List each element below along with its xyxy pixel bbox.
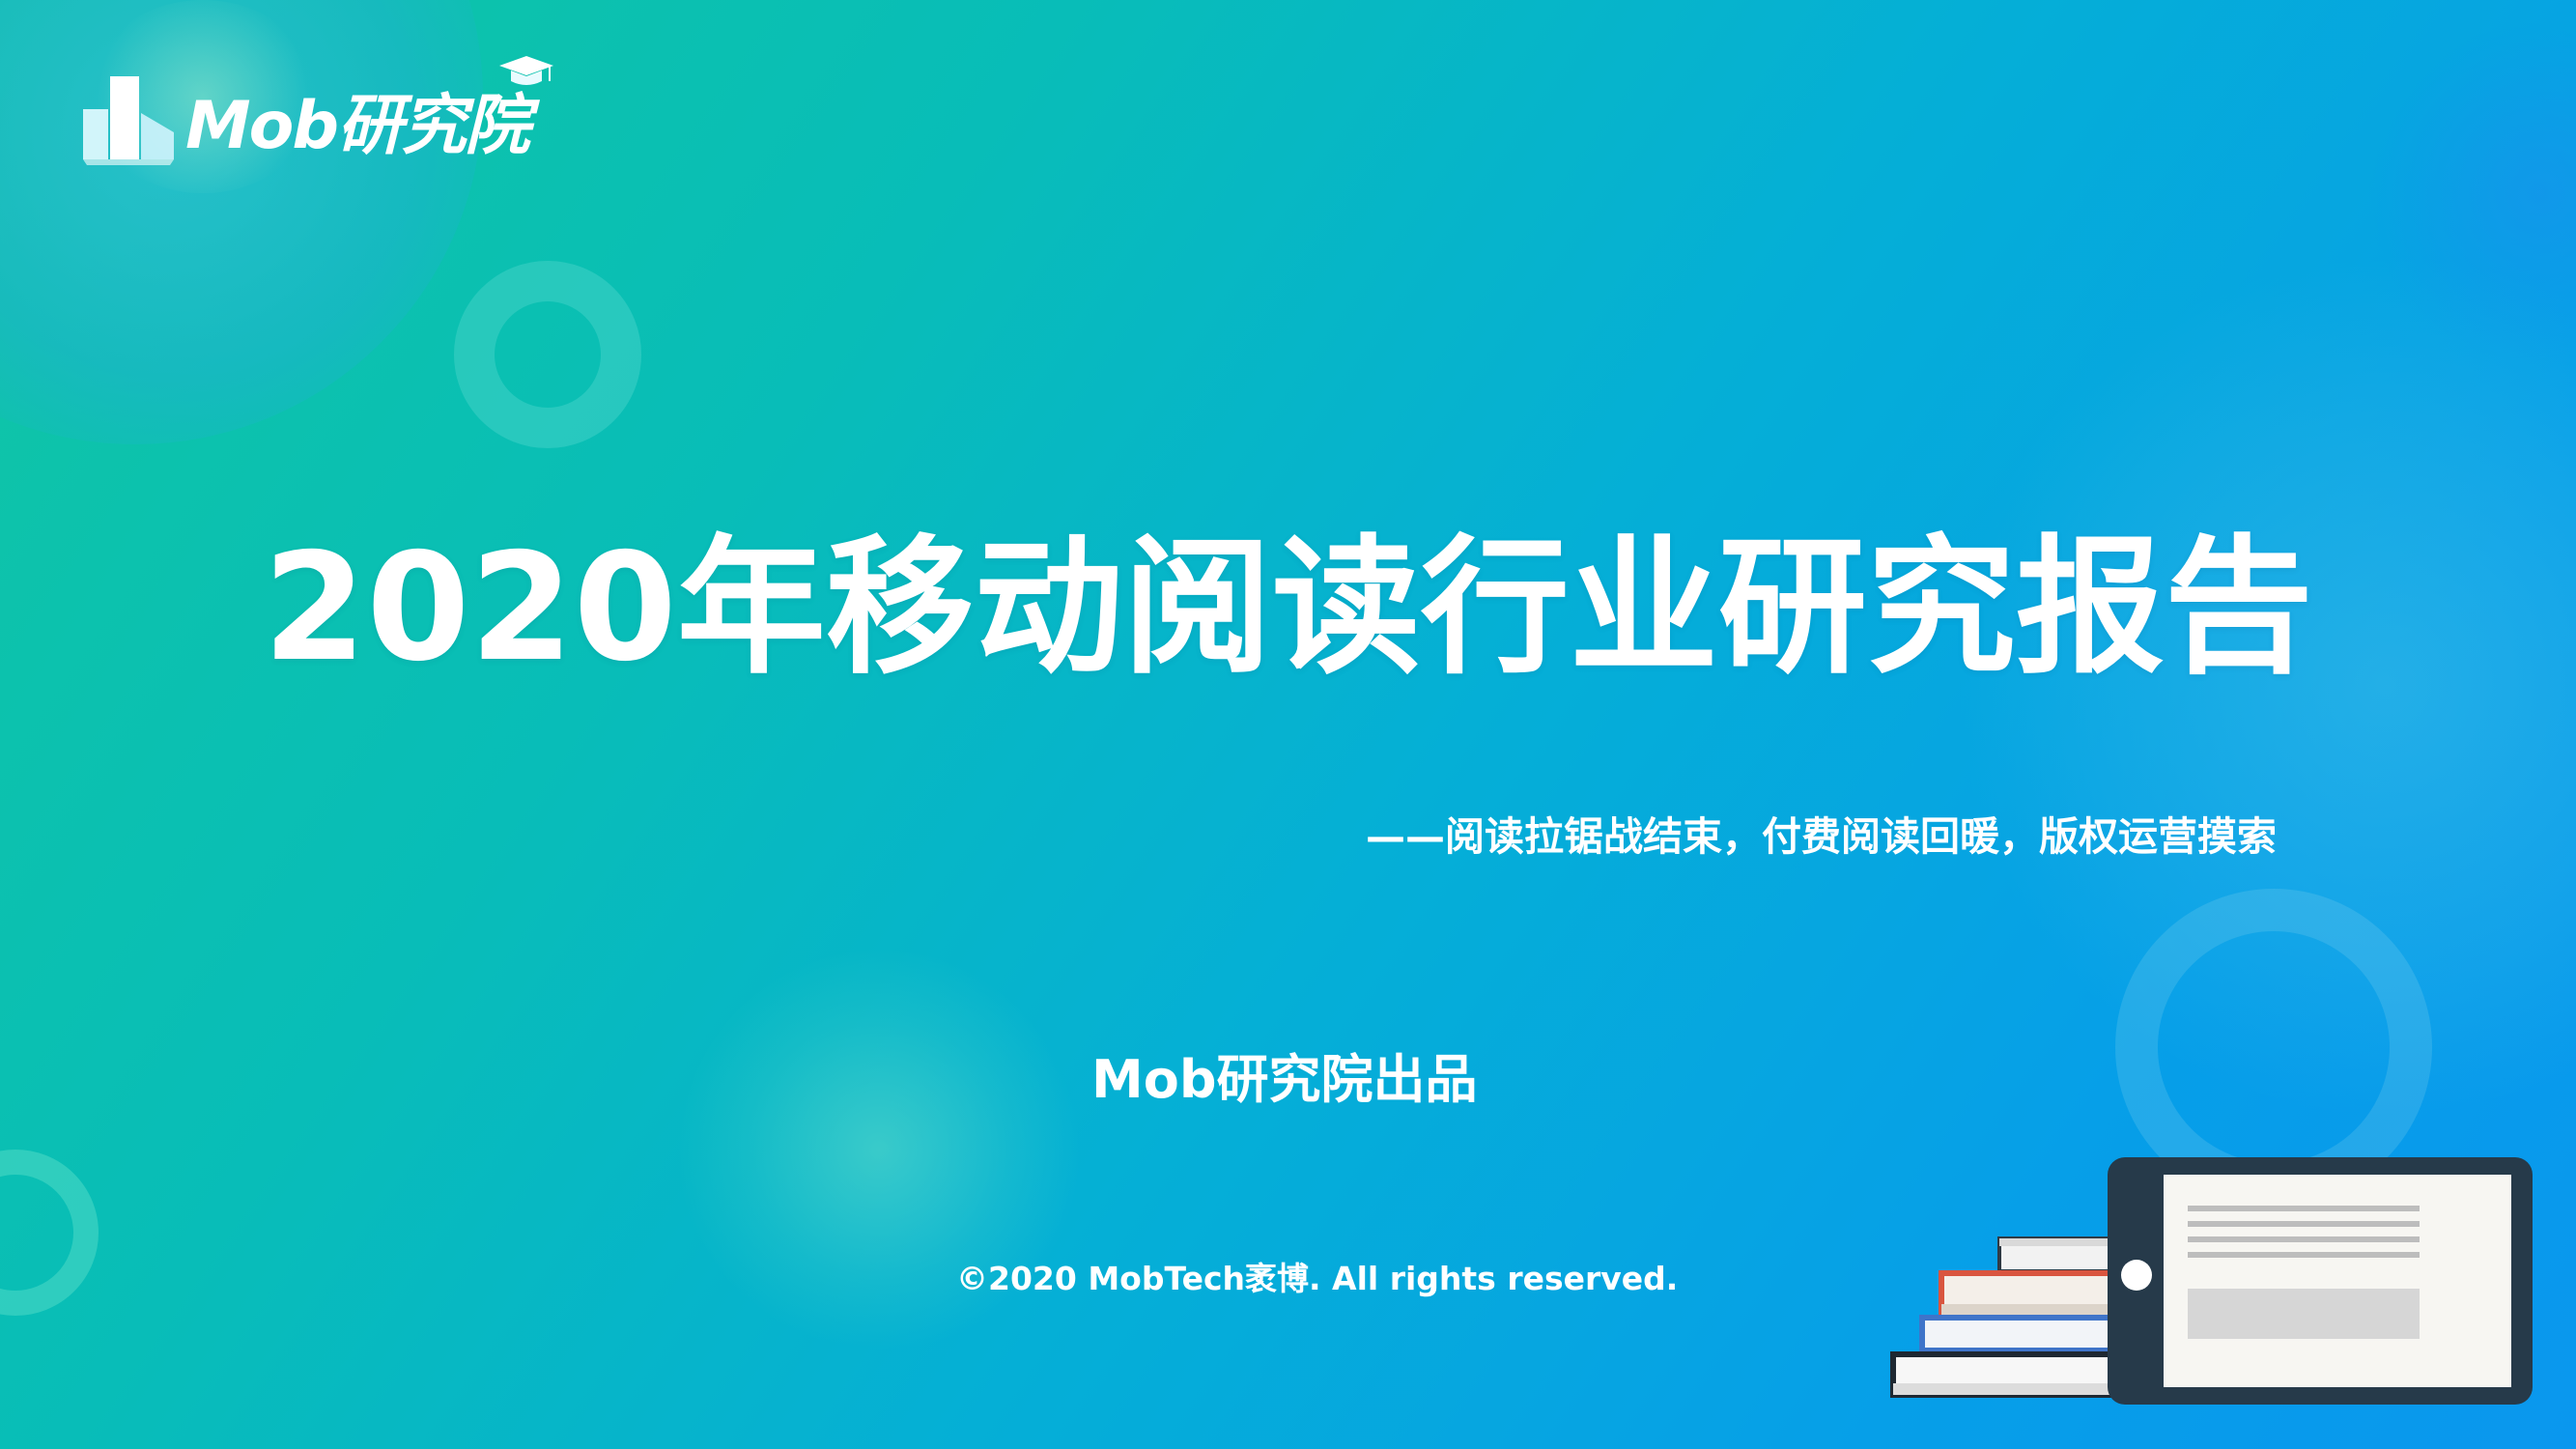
building-icon [83,76,174,165]
background-ring [0,1150,99,1316]
brand-logo: Mob研究院 [81,55,554,172]
tablet [2108,1157,2533,1405]
brand-logo-text: Mob研究院 [185,55,554,167]
report-subtitle: ——阅读拉锯战结束，付费阅读回暖，版权运营摸索 [1366,813,2277,860]
background-ring [454,261,641,448]
graduation-cap-icon [499,55,554,85]
copyright-notice: ©2020 MobTech袤博. All rights reserved. [956,1260,1679,1297]
producer-label: Mob研究院出品 [1091,1049,1478,1110]
logo-label: Mob研究院 [185,87,530,164]
tablet-and-books-icon [1890,1157,2533,1405]
report-title: 2020年移动阅读行业研究报告 [263,522,2313,695]
